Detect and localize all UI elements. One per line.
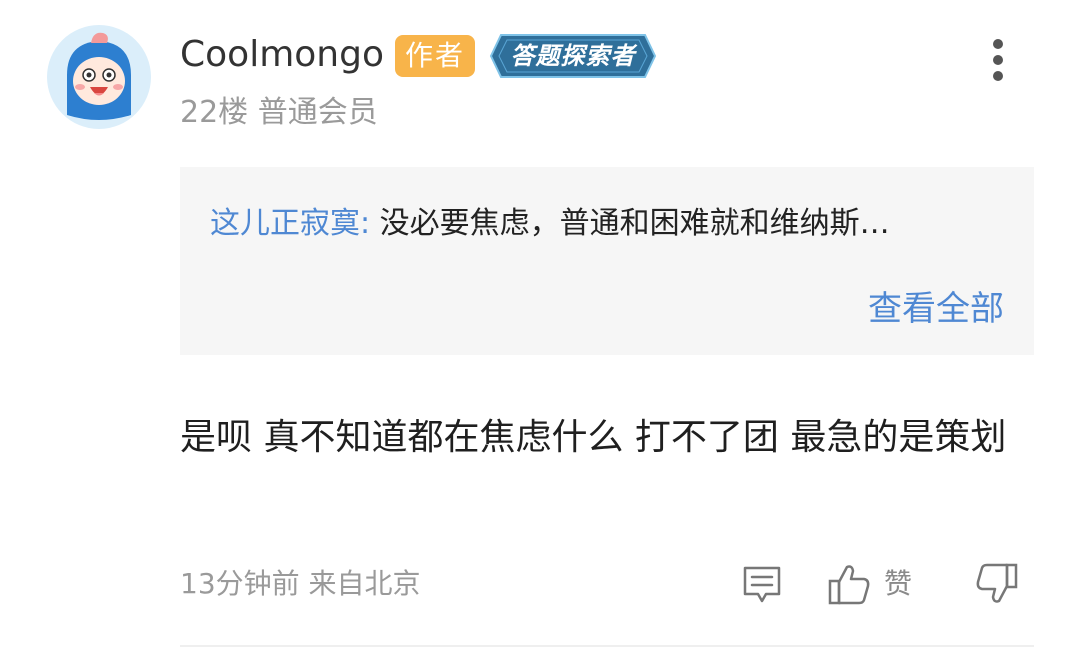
- thumbs-up-icon: [828, 565, 870, 605]
- quoted-reply[interactable]: 这儿正寂寞: 没必要焦虑，普通和困难就和维纳斯… 查看全部: [180, 167, 1034, 355]
- dislike-button[interactable]: [974, 561, 1020, 607]
- view-all-link[interactable]: 查看全部: [868, 287, 1004, 331]
- username[interactable]: Coolmongo: [180, 33, 384, 77]
- like-label: 赞: [884, 567, 913, 600]
- like-button[interactable]: 赞: [826, 561, 926, 607]
- thumbs-down-icon: [976, 563, 1018, 603]
- author-badge: 作者: [395, 35, 475, 77]
- more-options-button[interactable]: [978, 36, 1018, 86]
- comment-body: 是呗 真不知道都在焦虑什么 打不了团 最急的是策划: [180, 417, 1007, 458]
- avatar-character-icon: [67, 32, 131, 120]
- comment-reply-icon: [743, 566, 781, 603]
- reply-button[interactable]: [740, 563, 784, 607]
- quoted-text: 没必要焦虑，普通和困难就和维纳斯…: [379, 206, 890, 241]
- more-vertical-icon: [993, 39, 1003, 81]
- floor-and-level: 22楼 普通会员: [180, 95, 378, 130]
- divider: [180, 645, 1034, 647]
- time-and-location: 13分钟前 来自北京: [180, 567, 421, 600]
- quoted-user-link[interactable]: 这儿正寂寞:: [210, 206, 370, 241]
- honor-badge-label: 答题探索者: [510, 42, 636, 70]
- comment-card: Coolmongo 作者 答题探索者 22楼 普通会员 这儿正寂寞: 没必要焦虑…: [0, 0, 1080, 649]
- honor-badge[interactable]: 答题探索者: [489, 33, 657, 79]
- quoted-reply-line: 这儿正寂寞: 没必要焦虑，普通和困难就和维纳斯…: [210, 204, 890, 244]
- avatar[interactable]: [47, 25, 151, 129]
